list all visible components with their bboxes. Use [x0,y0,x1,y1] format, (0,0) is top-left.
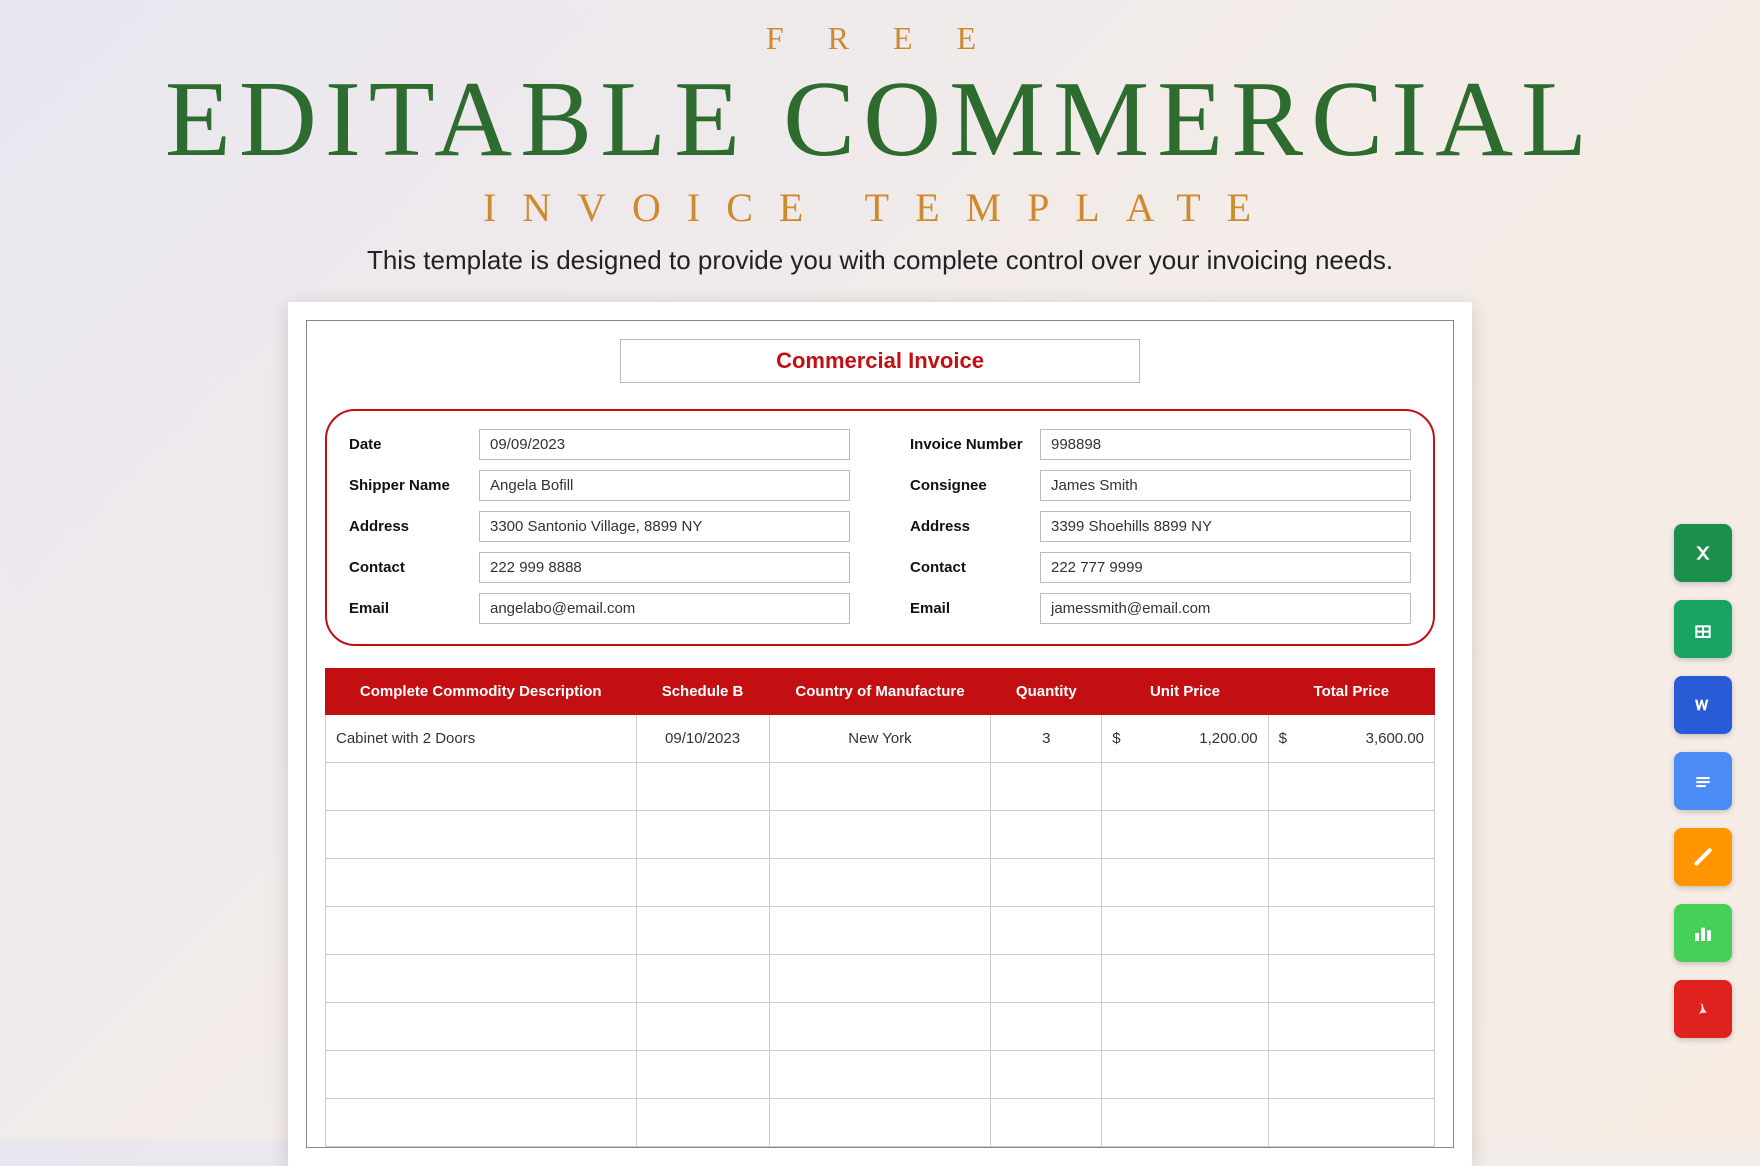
shipper-email-field[interactable]: angelabo@email.com [479,593,850,624]
table-row-empty[interactable] [326,859,1435,907]
date-field[interactable]: 09/09/2023 [479,429,850,460]
shipper-contact-label: Contact [349,559,479,576]
cell-country[interactable]: New York [769,715,991,763]
google-docs-icon[interactable] [1674,752,1732,810]
shipper-column: Date09/09/2023 Shipper NameAngela Bofill… [349,429,850,634]
invoice-title-box: Commercial Invoice [620,339,1140,383]
pdf-icon[interactable] [1674,980,1732,1038]
cell-total-price[interactable]: $3,600.00 [1268,715,1434,763]
consignee-email-label: Email [910,600,1040,617]
cell-quantity[interactable]: 3 [991,715,1102,763]
shipper-name-field[interactable]: Angela Bofill [479,470,850,501]
shipper-email-label: Email [349,600,479,617]
word-icon[interactable] [1674,676,1732,734]
invoice-inner: Commercial Invoice Date09/09/2023 Shippe… [306,320,1454,1148]
table-row-empty[interactable] [326,907,1435,955]
parties-box: Date09/09/2023 Shipper NameAngela Bofill… [325,409,1435,646]
consignee-address-label: Address [910,518,1040,535]
consignee-field[interactable]: James Smith [1040,470,1411,501]
cell-unit-price[interactable]: $1,200.00 [1102,715,1268,763]
table-row-empty[interactable] [326,955,1435,1003]
date-label: Date [349,436,479,453]
main-title: EDITABLE COMMERCIAL [0,63,1760,176]
numbers-icon[interactable] [1674,904,1732,962]
table-row-empty[interactable] [326,763,1435,811]
col-total-price: Total Price [1268,669,1434,715]
cell-description[interactable]: Cabinet with 2 Doors [326,715,637,763]
line-items-table: Complete Commodity Description Schedule … [325,668,1435,1147]
tagline: This template is designed to provide you… [0,245,1760,276]
shipper-contact-field[interactable]: 222 999 8888 [479,552,850,583]
table-row[interactable]: Cabinet with 2 Doors09/10/2023New York3$… [326,715,1435,763]
cell-schedule[interactable]: 09/10/2023 [636,715,769,763]
invoice-document: Commercial Invoice Date09/09/2023 Shippe… [288,302,1472,1166]
col-description: Complete Commodity Description [326,669,637,715]
google-sheets-icon[interactable] [1674,600,1732,658]
col-unit-price: Unit Price [1102,669,1268,715]
shipper-address-field[interactable]: 3300 Santonio Village, 8899 NY [479,511,850,542]
col-quantity: Quantity [991,669,1102,715]
table-row-empty[interactable] [326,811,1435,859]
invoice-number-field[interactable]: 998898 [1040,429,1411,460]
consignee-email-field[interactable]: jamessmith@email.com [1040,593,1411,624]
table-header-row: Complete Commodity Description Schedule … [326,669,1435,715]
col-country: Country of Manufacture [769,669,991,715]
invoice-number-label: Invoice Number [910,436,1040,453]
shipper-name-label: Shipper Name [349,477,479,494]
sub-title: INVOICE TEMPLATE [0,184,1760,231]
pages-icon[interactable] [1674,828,1732,886]
format-icons [1674,524,1732,1038]
page-header: F R E E EDITABLE COMMERCIAL INVOICE TEMP… [0,0,1760,276]
consignee-column: Invoice Number998898 ConsigneeJames Smit… [910,429,1411,634]
excel-icon[interactable] [1674,524,1732,582]
col-schedule-b: Schedule B [636,669,769,715]
consignee-contact-label: Contact [910,559,1040,576]
table-row-empty[interactable] [326,1003,1435,1051]
consignee-label: Consignee [910,477,1040,494]
table-row-empty[interactable] [326,1051,1435,1099]
invoice-title: Commercial Invoice [776,348,984,373]
free-label: F R E E [0,20,1760,57]
consignee-contact-field[interactable]: 222 777 9999 [1040,552,1411,583]
shipper-address-label: Address [349,518,479,535]
consignee-address-field[interactable]: 3399 Shoehills 8899 NY [1040,511,1411,542]
